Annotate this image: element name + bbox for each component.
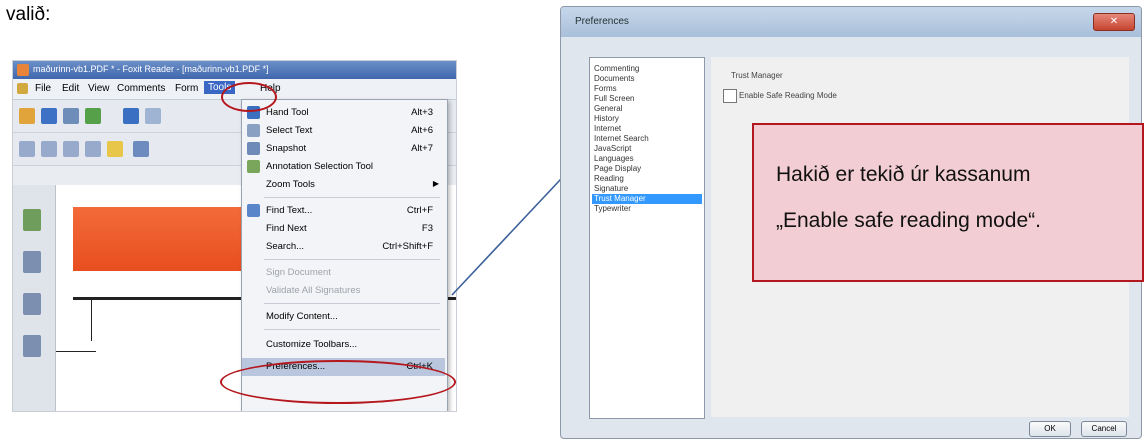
category-item[interactable]: Languages: [592, 154, 702, 164]
category-item-trust-manager[interactable]: Trust Manager: [592, 194, 702, 204]
category-item[interactable]: Documents: [592, 74, 702, 84]
category-item[interactable]: Reading: [592, 174, 702, 184]
instruction-note: Hakið er tekið úr kassanum „Enable safe …: [752, 123, 1144, 282]
category-item[interactable]: Forms: [592, 84, 702, 94]
group-label: Trust Manager: [731, 71, 783, 80]
safe-reading-mode-checkbox[interactable]: [723, 89, 737, 103]
ok-button[interactable]: OK: [1029, 421, 1071, 437]
category-item[interactable]: JavaScript: [592, 144, 702, 154]
category-item[interactable]: General: [592, 104, 702, 114]
category-item[interactable]: Typewriter: [592, 204, 702, 214]
category-item[interactable]: Full Screen: [592, 94, 702, 104]
category-item[interactable]: History: [592, 114, 702, 124]
arrow-to-trust-manager: [451, 160, 579, 296]
close-button[interactable]: ✕: [1093, 13, 1135, 31]
category-item[interactable]: Internet Search: [592, 134, 702, 144]
dialog-titlebar: Preferences ✕: [561, 7, 1141, 37]
cancel-button[interactable]: Cancel: [1081, 421, 1127, 437]
safe-reading-mode-label: Enable Safe Reading Mode: [739, 91, 837, 100]
category-item[interactable]: Signature: [592, 184, 702, 194]
note-line-2: „Enable safe reading mode“.: [776, 209, 1041, 232]
category-item[interactable]: Internet: [592, 124, 702, 134]
category-item[interactable]: Commenting: [592, 64, 702, 74]
dialog-title: Preferences: [575, 16, 629, 27]
category-list: Commenting Documents Forms Full Screen G…: [589, 57, 705, 419]
note-line-1: Hakið er tekið úr kassanum: [776, 163, 1031, 186]
category-item[interactable]: Page Display: [592, 164, 702, 174]
